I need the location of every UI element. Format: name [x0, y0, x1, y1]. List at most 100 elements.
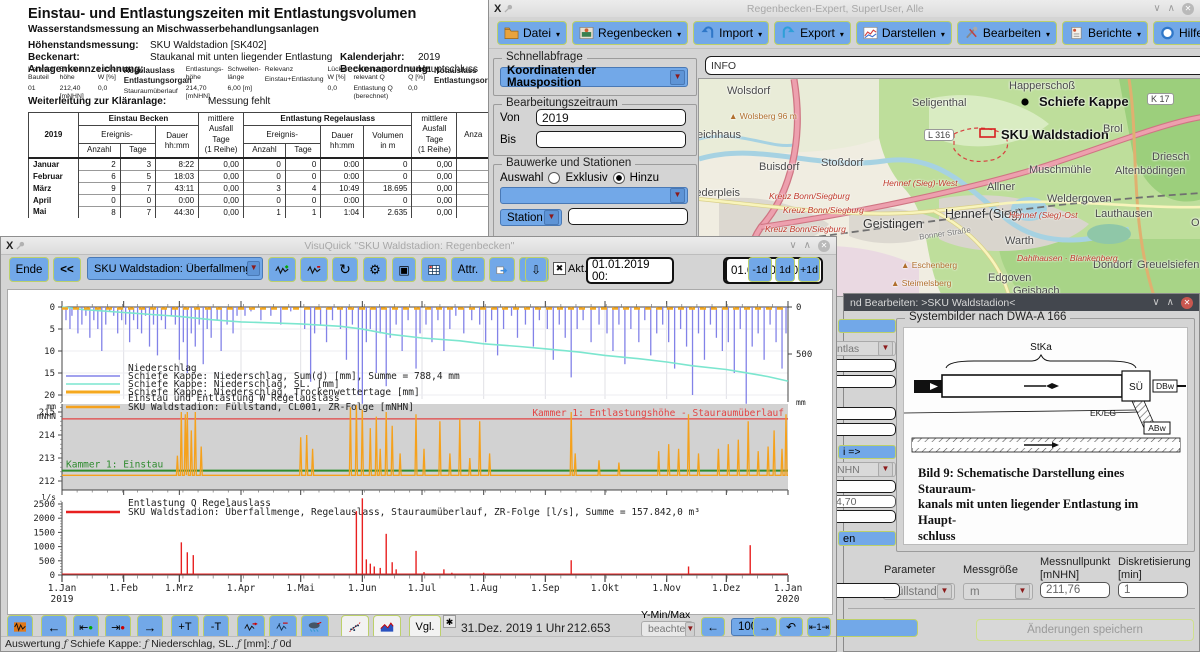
dropdown-arrow-icon: ▾ — [1046, 30, 1050, 39]
von-input[interactable]: 2019 — [536, 109, 686, 126]
cut-field[interactable] — [830, 480, 896, 493]
dropdown-arrow-icon: ▾ — [677, 30, 681, 39]
settings-button[interactable]: ⚙ — [363, 257, 387, 282]
info-field[interactable]: INFO — [705, 56, 1200, 75]
hinzu-radio[interactable] — [613, 172, 625, 184]
detail-window-title: nd Bearbeiten: >SKU Waldstadion< — [850, 297, 1015, 309]
station-select[interactable]: Station▼ — [500, 209, 562, 226]
svg-text:2020: 2020 — [777, 594, 800, 605]
minimize-icon[interactable]: ∨ — [789, 240, 796, 251]
date-from-field[interactable]: 01.01.2019 00: — [586, 257, 674, 284]
plus-day-button[interactable]: 1d — [775, 257, 795, 282]
akt-label: Akt. — [568, 263, 587, 275]
remove-curve-button[interactable] — [300, 257, 328, 282]
menu-hilfe-button[interactable]: Hilfe▾ — [1153, 21, 1200, 45]
dropdown-arrow-icon: ▼ — [878, 462, 893, 477]
arrow-button[interactable]: i => — [838, 445, 896, 459]
menu-regenbecken-button[interactable]: Regenbecken▾ — [572, 21, 688, 45]
svg-text:1.Sep: 1.Sep — [531, 583, 560, 594]
parameter-label: Parameter — [884, 564, 935, 577]
ende-button[interactable]: Ende — [9, 257, 49, 282]
table-button[interactable] — [421, 257, 447, 282]
map-label: Kreuz Bonn/Siegburg — [765, 224, 846, 234]
map-label: Driesch — [1152, 151, 1189, 163]
menu-label: Darstellen — [882, 26, 936, 40]
bauwerk-select[interactable]: ▼ — [500, 187, 688, 204]
bis-input[interactable] — [536, 131, 686, 148]
exklusiv-radio[interactable] — [548, 172, 560, 184]
svg-text:215: 215 — [39, 408, 55, 418]
minimize-icon[interactable]: ∨ — [1153, 3, 1160, 14]
map-label: Edgoven — [988, 272, 1031, 284]
close-icon[interactable]: ✕ — [1182, 3, 1194, 15]
refresh-button[interactable]: ↻ — [332, 257, 358, 282]
menu-darstellen-button[interactable]: Darstellen▾ — [856, 21, 952, 45]
akt-checkbox[interactable]: ✖ — [553, 262, 566, 275]
menu-label: Import — [719, 26, 753, 40]
save-changes-button[interactable]: Änderungen speichern — [976, 619, 1194, 641]
visuquick-titlebar[interactable]: X VisuQuick "SKU Waldstadion: Regenbecke… — [1, 237, 836, 255]
akt-checkbox-row[interactable]: ✖Akt. — [553, 262, 587, 275]
page-right-button[interactable]: → — [753, 617, 777, 637]
series-select[interactable]: SKU Waldstadion: Überfallmenge, Reg▼ — [87, 257, 263, 280]
bis-label: Bis — [500, 134, 516, 146]
map-marker-label-sku-waldstadion: SKU Waldstadion — [1001, 127, 1109, 142]
map-label: Kreuz Bonn/Siegburg — [769, 191, 850, 201]
minimize-icon[interactable]: ∨ — [1152, 297, 1159, 308]
entlastung-select[interactable]: ntlas▼ — [830, 341, 896, 356]
vergleich-close-checkbox[interactable]: ✱ — [443, 615, 456, 628]
schnellabfrage-select[interactable]: Koordinaten der Mausposition▼ — [500, 67, 688, 87]
cut-button[interactable] — [838, 319, 896, 333]
map-label: Niederpleis — [698, 187, 740, 199]
nhn-select[interactable]: NHN▼ — [830, 462, 896, 477]
menu-datei-button[interactable]: Datei▾ — [497, 21, 567, 45]
pin-icon[interactable] — [16, 241, 25, 250]
back-button[interactable]: << — [53, 257, 81, 282]
pick-value-button[interactable]: ⇩ — [525, 257, 547, 282]
maximize-icon[interactable]: ∧ — [1167, 297, 1174, 308]
add-curve-button[interactable] — [268, 257, 296, 282]
status-parameter: Niederschlag, SL. — [151, 638, 234, 650]
messgroesse-select[interactable]: m▼ — [963, 583, 1033, 600]
cut-field[interactable] — [828, 583, 900, 598]
menu-bearbeiten-button[interactable]: Bearbeiten▾ — [957, 21, 1057, 45]
nullpunkt-field[interactable]: 211,76 — [1040, 582, 1110, 598]
plus-1d-button[interactable]: +1d — [798, 257, 820, 282]
close-icon[interactable]: ✕ — [1181, 297, 1193, 309]
report-icon — [1069, 26, 1084, 40]
svg-text:1.Aug: 1.Aug — [469, 583, 498, 594]
menu-export-button[interactable]: Export▾ — [774, 21, 851, 45]
cut-blue-button[interactable]: en — [838, 531, 896, 546]
cut-field[interactable] — [830, 407, 896, 420]
diskretisierung-field[interactable]: 1 — [1118, 582, 1188, 598]
desktop: Einstau- und Entlastungszeiten mit Entla… — [0, 0, 1200, 652]
cut-field[interactable] — [830, 359, 896, 372]
fit-one-button[interactable]: ⇤1⇥ — [807, 617, 831, 637]
cut-field[interactable] — [830, 423, 896, 436]
page-left-button[interactable]: ← — [701, 617, 725, 637]
yminmax-select[interactable]: beachte▼ — [641, 621, 693, 637]
main-toolbar: Datei▾ Regenbecken▾ Import▾ Export▾ Dars… — [489, 17, 1200, 49]
maximize-icon[interactable]: ∧ — [1168, 3, 1175, 14]
cut-field[interactable] — [830, 510, 896, 523]
window-layout-button[interactable]: ▣ — [392, 257, 416, 282]
menu-import-button[interactable]: Import▾ — [693, 21, 769, 45]
report-field-value: 2019 — [418, 52, 440, 63]
svg-text:1.Mrz: 1.Mrz — [165, 583, 194, 594]
main-titlebar[interactable]: X Regenbecken-Expert, SuperUser, Alle ∨∧… — [489, 0, 1200, 18]
minus-1d-button[interactable]: -1d — [748, 257, 772, 282]
cut-field[interactable] — [830, 375, 896, 388]
maximize-icon[interactable]: ∧ — [804, 240, 811, 251]
attributes-button[interactable]: Attr. — [451, 257, 485, 282]
help-icon — [1160, 26, 1175, 40]
cut-blue-button[interactable] — [828, 619, 918, 637]
close-icon[interactable]: ✕ — [818, 240, 830, 252]
menu-berichte-button[interactable]: Berichte▾ — [1062, 21, 1148, 45]
hoehe-field[interactable]: 4,70 — [830, 495, 896, 508]
timeseries-charts[interactable]: 051015200500mmmmmNHNNiederschlagSchiefe … — [7, 289, 833, 615]
detail-titlebar[interactable]: nd Bearbeiten: >SKU Waldstadion< ∨ ∧ ✕ — [844, 294, 1199, 311]
undo-zoom-button[interactable]: ↶ — [779, 617, 803, 637]
pin-icon[interactable] — [504, 4, 513, 13]
station-input[interactable] — [568, 208, 688, 225]
export-button[interactable] — [489, 257, 515, 282]
